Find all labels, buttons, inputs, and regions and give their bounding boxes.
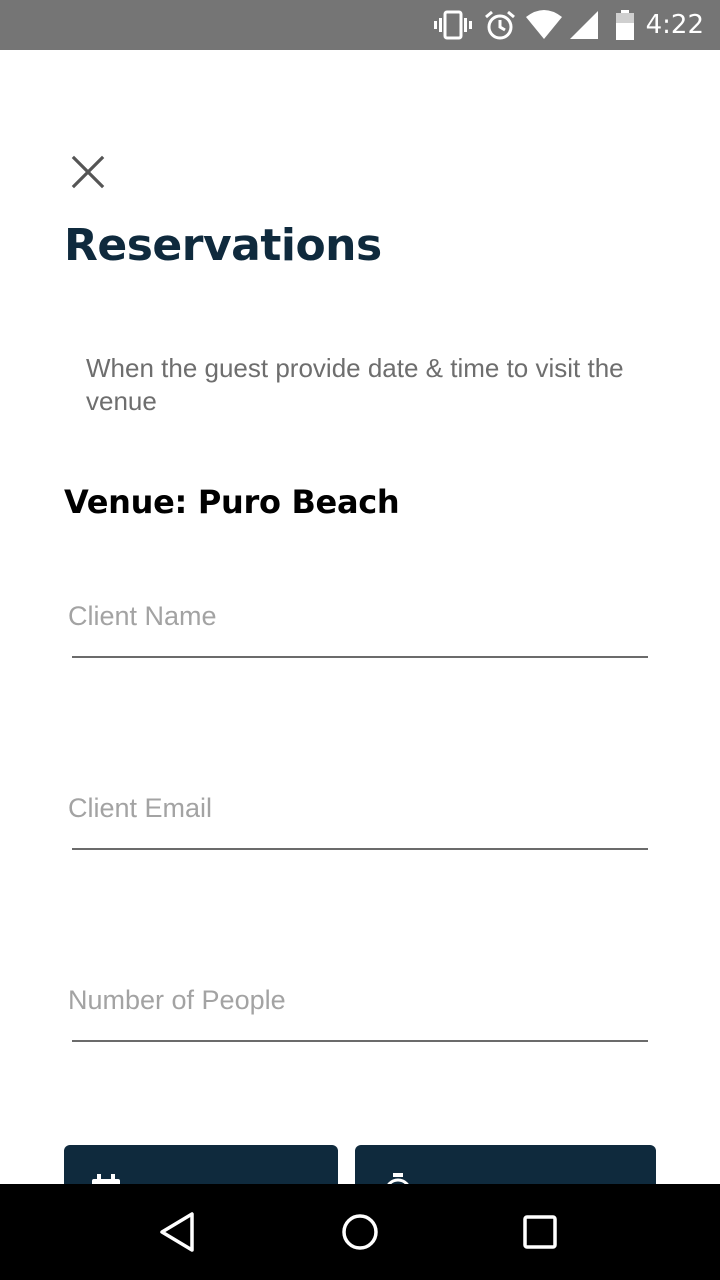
- home-button[interactable]: [300, 1184, 420, 1280]
- client-email-underline: [72, 848, 648, 850]
- reservations-screen: 4:22 Reservations When the guest provide…: [0, 0, 720, 1280]
- page-title: Reservations: [64, 220, 382, 271]
- client-name-input[interactable]: [68, 588, 648, 644]
- number-of-people-input[interactable]: [68, 972, 648, 1028]
- status-bar: 4:22: [0, 0, 720, 50]
- close-button[interactable]: [62, 146, 114, 198]
- number-of-people-underline: [72, 1040, 648, 1042]
- number-of-people-field: [68, 972, 648, 1042]
- wifi-icon: [526, 10, 562, 39]
- venue-label: Venue: Puro Beach: [64, 483, 400, 521]
- client-email-input[interactable]: [68, 780, 648, 836]
- alarm-icon: [485, 10, 515, 40]
- client-name-underline: [72, 656, 648, 658]
- battery-icon: [616, 10, 634, 40]
- navigation-bar: [0, 1184, 720, 1280]
- close-icon: [71, 155, 105, 189]
- vibrate-icon: [434, 10, 472, 40]
- recents-square-icon: [523, 1215, 557, 1249]
- back-button[interactable]: [120, 1184, 240, 1280]
- page-description: When the guest provide date & time to vi…: [86, 353, 624, 416]
- signal-icon: [570, 11, 598, 39]
- client-email-field: [68, 780, 648, 850]
- recents-button[interactable]: [480, 1184, 600, 1280]
- client-name-field: [68, 588, 648, 658]
- home-circle-icon: [342, 1214, 378, 1250]
- status-time: 4:22: [645, 10, 704, 40]
- back-triangle-icon: [160, 1212, 194, 1252]
